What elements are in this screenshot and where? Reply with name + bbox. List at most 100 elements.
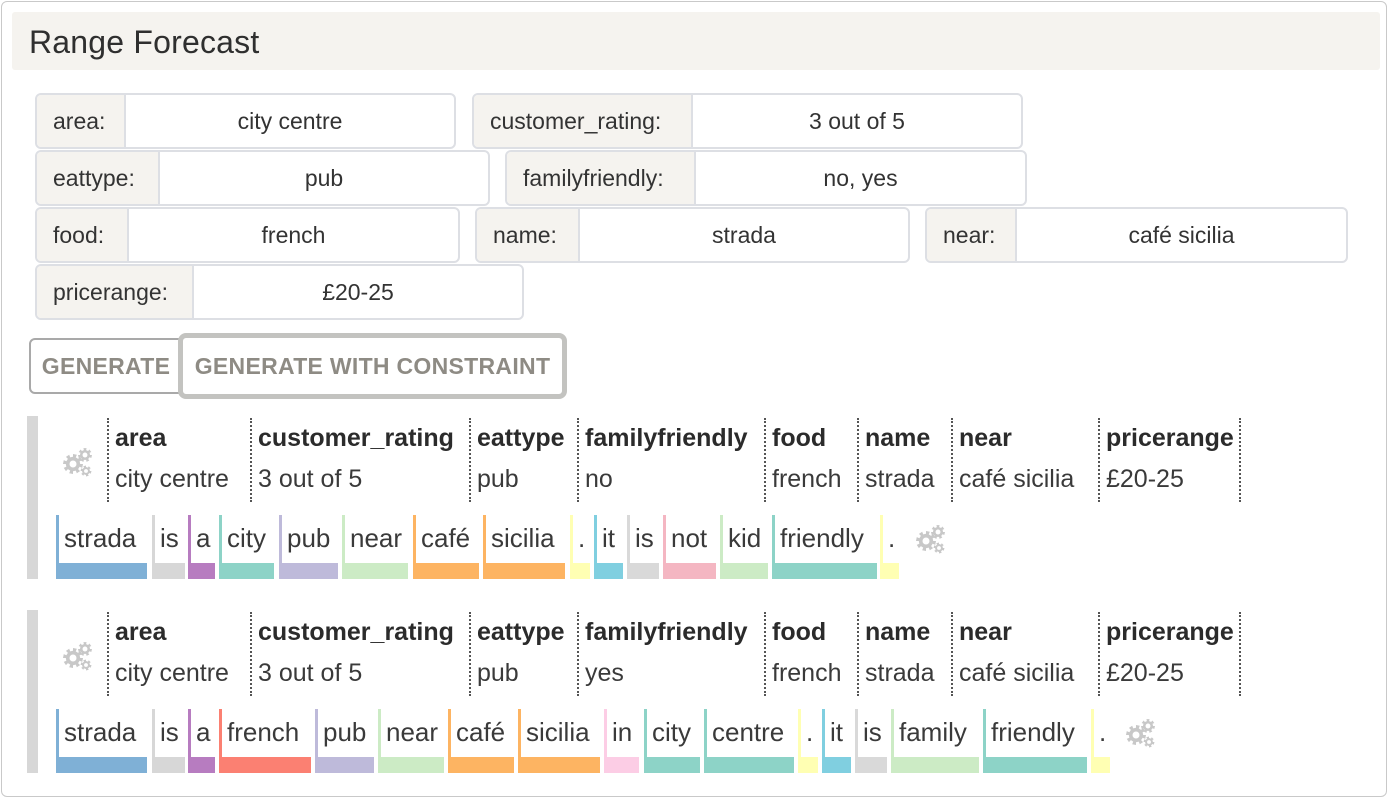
output-token[interactable]: family	[891, 709, 979, 773]
token-alignment-bar	[663, 563, 716, 579]
mr-column-name: name strada	[857, 612, 934, 696]
result-item: area city centre customer_rating 3 out of 5…	[27, 610, 1327, 773]
settings-gears-icon[interactable]	[915, 523, 947, 555]
output-token[interactable]: french	[219, 709, 311, 773]
token-alignment-bar	[627, 563, 659, 579]
output-token[interactable]: is	[152, 709, 185, 773]
settings-gears-icon[interactable]	[62, 446, 94, 478]
field-area[interactable]: area: city centre	[35, 93, 456, 149]
token-text: not	[671, 523, 708, 553]
field-eattype[interactable]: eattype: pub	[35, 150, 490, 206]
mr-column-area: area city centre	[107, 418, 229, 502]
generate-with-constraint-button[interactable]: GENERATE WITH CONSTRAINT	[178, 333, 567, 399]
generate-button[interactable]: GENERATE	[29, 338, 183, 394]
field-value[interactable]: no, yes	[696, 152, 1025, 204]
mr-column-near: near café sicilia	[951, 418, 1074, 502]
token-alignment-bar	[880, 563, 899, 579]
mr-value: yes	[585, 659, 624, 687]
output-token[interactable]: is	[627, 515, 659, 579]
output-token[interactable]: a	[188, 709, 215, 773]
output-token[interactable]: city	[219, 515, 274, 579]
token-text: is	[635, 523, 654, 553]
mr-key: area	[115, 618, 167, 646]
output-token[interactable]: kid	[720, 515, 768, 579]
field-value[interactable]: city centre	[126, 95, 454, 147]
output-token[interactable]: .	[880, 515, 899, 579]
output-token[interactable]: is	[855, 709, 887, 773]
token-text: kid	[728, 523, 762, 553]
field-near[interactable]: near: café sicilia	[925, 207, 1348, 263]
output-token[interactable]: not	[663, 515, 716, 579]
output-token[interactable]: near	[378, 709, 444, 773]
output-token[interactable]: centre	[704, 709, 794, 773]
output-token[interactable]: sicilia	[518, 709, 600, 773]
token-alignment-bar	[604, 757, 639, 773]
output-token[interactable]: in	[604, 709, 639, 773]
token-text: sicilia	[526, 717, 590, 747]
settings-gears-icon[interactable]	[1125, 717, 1157, 749]
token-alignment-bar	[704, 757, 794, 773]
token-alignment-bar	[570, 563, 590, 579]
mr-table-end-divider	[1239, 612, 1241, 696]
field-value[interactable]: 3 out of 5	[693, 95, 1021, 147]
field-label: food:	[37, 209, 129, 261]
field-familyfriendly[interactable]: familyfriendly: no, yes	[505, 150, 1027, 206]
field-value[interactable]: pub	[160, 152, 488, 204]
token-text: café	[421, 523, 471, 553]
field-value[interactable]: strada	[580, 209, 908, 261]
mr-key: pricerange	[1106, 424, 1234, 452]
token-alignment-bar	[772, 563, 877, 579]
mr-table-end-divider	[1239, 418, 1241, 502]
token-text: near	[350, 523, 403, 553]
output-token[interactable]: it	[594, 515, 623, 579]
output-token[interactable]: strada	[56, 709, 147, 773]
output-token[interactable]: .	[1091, 709, 1110, 773]
output-token[interactable]: city	[644, 709, 700, 773]
mr-column-familyfriendly: familyfriendly no	[577, 418, 748, 502]
token-text: near	[386, 717, 439, 747]
token-text: french	[227, 717, 300, 747]
output-token[interactable]: pub	[315, 709, 374, 773]
token-text: in	[612, 717, 633, 747]
token-text: .	[888, 523, 896, 553]
output-token[interactable]: café	[413, 515, 479, 579]
token-alignment-bar	[219, 563, 274, 579]
mr-key: food	[772, 424, 827, 452]
token-text: a	[196, 523, 211, 553]
field-value[interactable]: french	[129, 209, 458, 261]
output-token[interactable]: a	[188, 515, 215, 579]
field-label: area:	[37, 95, 126, 147]
mr-column-eattype: eattype pub	[469, 418, 565, 502]
output-token[interactable]: .	[570, 515, 590, 579]
output-token[interactable]: is	[152, 515, 185, 579]
output-token[interactable]: sicilia	[483, 515, 565, 579]
output-token[interactable]: near	[342, 515, 408, 579]
mr-column-area: area city centre	[107, 612, 229, 696]
token-alignment-bar	[152, 563, 185, 579]
output-token[interactable]: .	[798, 709, 818, 773]
output-token[interactable]: strada	[56, 515, 147, 579]
field-pricerange[interactable]: pricerange: £20-25	[35, 264, 524, 320]
mr-key: familyfriendly	[585, 618, 748, 646]
token-text: café	[456, 717, 506, 747]
range-forecast-panel: Range Forecast area: city centre custome…	[1, 1, 1387, 797]
output-token[interactable]: friendly	[772, 515, 877, 579]
field-value[interactable]: café sicilia	[1017, 209, 1346, 261]
token-alignment-bar	[342, 563, 408, 579]
result-item: area city centre customer_rating 3 out of 5…	[27, 416, 1327, 579]
token-alignment-bar	[983, 757, 1087, 773]
token-text: it	[602, 523, 615, 553]
field-value[interactable]: £20-25	[194, 266, 522, 318]
output-token[interactable]: café	[448, 709, 514, 773]
token-alignment-bar	[644, 757, 700, 773]
output-token[interactable]: friendly	[983, 709, 1087, 773]
field-label: name:	[477, 209, 580, 261]
output-token[interactable]: pub	[279, 515, 338, 579]
field-food[interactable]: food: french	[35, 207, 460, 263]
field-customer-rating[interactable]: customer_rating: 3 out of 5	[472, 93, 1023, 149]
settings-gears-icon[interactable]	[62, 640, 94, 672]
token-alignment-bar	[219, 757, 311, 773]
output-token[interactable]: it	[822, 709, 851, 773]
field-name[interactable]: name: strada	[475, 207, 910, 263]
mr-key: pricerange	[1106, 618, 1234, 646]
